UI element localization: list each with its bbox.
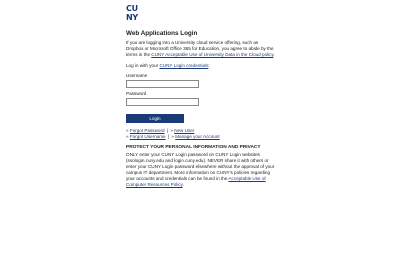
link-separator: | (166, 128, 169, 133)
login-prompt: Log in with your CUNY Login credentials: (126, 63, 276, 69)
manage-account-link[interactable]: Manage your Account (175, 134, 219, 139)
login-button[interactable]: Login (126, 114, 184, 123)
forgot-username-link[interactable]: Forgot Username (130, 134, 166, 139)
link-prefix: » (126, 134, 129, 139)
logo-bottom: NY (126, 13, 138, 22)
privacy-text: ONLY enter your CUNY Login password on C… (126, 152, 276, 188)
intro-text: If you are logging into a University clo… (126, 40, 276, 58)
cloud-policy-link[interactable]: CUNY Acceptable Use of University Data i… (151, 52, 273, 57)
link-prefix: » (170, 128, 173, 133)
username-input[interactable] (126, 80, 199, 88)
links-row-2: » Forgot Username | » Manage your Accoun… (126, 134, 276, 140)
login-prompt-text: Log in with your (126, 63, 160, 68)
privacy-end: . (182, 182, 184, 187)
page-title: Web Applications Login (126, 30, 198, 37)
password-label: Password (126, 91, 147, 96)
new-user-link[interactable]: New User (174, 128, 194, 133)
credentials-link[interactable]: CUNY Login credentials (159, 63, 208, 68)
cuny-logo: CU NY (126, 5, 142, 23)
link-prefix: » (126, 128, 129, 133)
link-separator: | (167, 134, 170, 139)
login-panel: Web Applications Login If you are loggin… (126, 30, 276, 188)
forgot-password-link[interactable]: Forgot Password (130, 128, 165, 133)
username-label: Username (126, 73, 148, 78)
privacy-heading: PROTECT YOUR PERSONAL INFORMATION AND PR… (126, 145, 261, 150)
login-prompt-end: : (208, 63, 210, 68)
intro-end: . (273, 52, 275, 57)
link-prefix: » (171, 134, 174, 139)
password-input[interactable] (126, 98, 199, 106)
